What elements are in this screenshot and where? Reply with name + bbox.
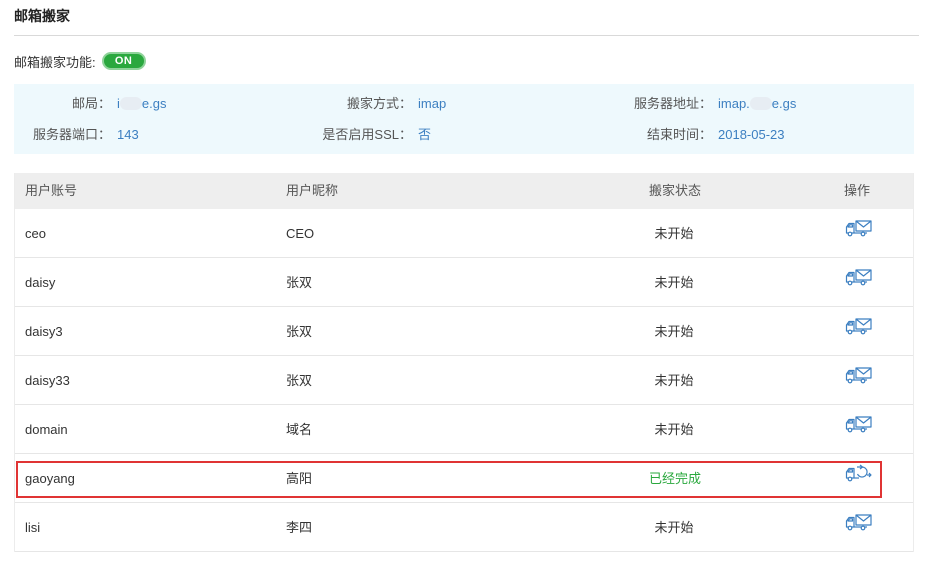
cell-account: daisy	[25, 275, 56, 290]
info-server: 服务器地址： imap. e.gs	[634, 95, 797, 113]
info-server-value: imap. e.gs	[718, 96, 797, 111]
info-method: 搬家方式： imap	[347, 95, 447, 113]
info-ssl-value: 否	[418, 127, 432, 142]
cell-status: 未开始	[654, 422, 694, 437]
table-body: ceo CEO 未开始 daisy 张双 未开始 daisy3 张双 未开始 daisy33 张双未…	[15, 209, 913, 552]
info-port-value: 143	[117, 127, 139, 142]
info-end-time: 结束时间： 2018-05-23	[647, 126, 785, 144]
cell-account: ceo	[25, 226, 46, 241]
table-row: daisy3 张双 未开始	[15, 307, 913, 356]
cell-account: daisy3	[25, 324, 63, 339]
table-row: domain 域名 未开始	[15, 405, 913, 454]
cell-nickname: 张双	[286, 324, 313, 339]
truck-mail-icon[interactable]	[845, 258, 873, 286]
migration-toggle[interactable]: ON	[101, 52, 146, 70]
info-port: 服务器端口： 143	[33, 126, 139, 144]
cell-nickname: 高阳	[286, 471, 313, 486]
truck-mail-icon[interactable]	[845, 307, 873, 335]
cell-status: 未开始	[654, 324, 694, 339]
table-row: ceo CEO 未开始	[15, 209, 913, 258]
info-ssl-label: 是否启用SSL：	[322, 127, 412, 142]
table-header: 用户账号 用户昵称 搬家状态 操作	[15, 173, 913, 209]
title-divider	[14, 35, 919, 36]
toggle-label: 邮箱搬家功能:	[14, 54, 96, 70]
header-account: 用户账号	[25, 183, 78, 198]
info-method-label: 搬家方式：	[346, 96, 412, 111]
cell-nickname: 张双	[286, 275, 313, 290]
truck-refresh-icon[interactable]	[845, 454, 873, 482]
migration-info-panel: 邮局： i e.gs 搬家方式： imap 服务器地址： imap. e.gs 服务…	[14, 84, 914, 154]
info-mailbox-value: i e.gs	[117, 96, 167, 111]
info-mailbox: 邮局： i e.gs	[72, 95, 167, 113]
cell-account: domain	[25, 422, 68, 437]
cell-status: 未开始	[654, 275, 694, 290]
cell-nickname: 域名	[286, 422, 313, 437]
user-table: 用户账号 用户昵称 搬家状态 操作 ceo CEO 未开始 daisy 张双 未开始 dai…	[14, 173, 914, 552]
cell-account: gaoyang	[25, 471, 75, 486]
cell-account: lisi	[25, 520, 41, 535]
truck-mail-icon[interactable]	[845, 503, 873, 531]
table-row: daisy 张双 未开始	[15, 258, 913, 307]
cell-nickname: CEO	[286, 226, 315, 241]
cell-status: 未开始	[654, 226, 694, 241]
toggle-row: 邮箱搬家功能: ON	[14, 51, 146, 71]
header-action: 操作	[844, 183, 871, 198]
info-mailbox-label: 邮局：	[71, 96, 111, 111]
cell-status: 已经完成	[649, 471, 702, 486]
cell-status: 未开始	[654, 373, 694, 388]
redacted-blur	[749, 97, 772, 110]
cell-nickname: 张双	[286, 373, 313, 388]
truck-mail-icon[interactable]	[845, 209, 873, 237]
cell-account: daisy33	[25, 373, 70, 388]
table-row: lisi 李四 未开始	[15, 503, 913, 552]
info-end-time-label: 结束时间：	[646, 127, 712, 142]
info-server-label: 服务器地址：	[633, 96, 712, 111]
info-method-value: imap	[418, 96, 447, 111]
info-ssl: 是否启用SSL： 否	[322, 126, 432, 144]
cell-nickname: 李四	[286, 520, 313, 535]
redacted-blur	[119, 97, 142, 110]
info-end-time-value: 2018-05-23	[718, 127, 785, 142]
info-port-label: 服务器端口：	[32, 127, 111, 142]
truck-mail-icon[interactable]	[845, 356, 873, 384]
truck-mail-icon[interactable]	[845, 405, 873, 433]
table-row: daisy33 张双 未开始	[15, 356, 913, 405]
cell-status: 未开始	[654, 520, 694, 535]
table-row: gaoyang 高阳 已经完成	[15, 454, 913, 503]
header-nickname: 用户昵称	[286, 183, 339, 198]
page-title: 邮箱搬家	[14, 8, 70, 24]
header-status: 搬家状态	[649, 183, 702, 198]
